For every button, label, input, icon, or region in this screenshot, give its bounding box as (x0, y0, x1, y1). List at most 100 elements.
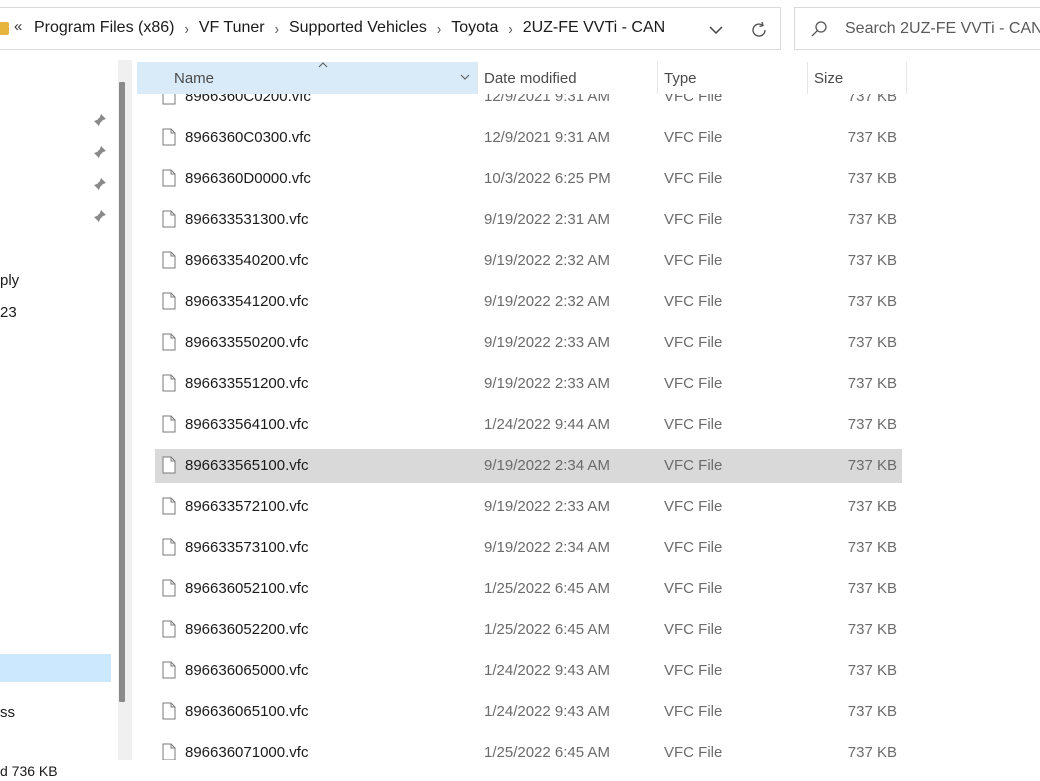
file-size: 737 KB (847, 457, 897, 474)
file-row[interactable]: 896636065000.vfc 1/24/2022 9:43 AM VFC Fil… (155, 654, 902, 688)
breadcrumb-current-folder[interactable]: 2UZ-FE VVTi - CAN (523, 19, 666, 37)
breadcrumb-program-files[interactable]: Program Files (x86) (34, 19, 174, 37)
file-icon (162, 374, 176, 392)
file-icon (162, 497, 176, 515)
chevron-down-icon[interactable] (706, 20, 726, 40)
nav-item-partial[interactable]: 23 (0, 304, 17, 321)
file-date-modified: 9/19/2022 2:34 AM (484, 457, 610, 474)
column-divider[interactable] (906, 62, 907, 94)
file-row[interactable]: 896633573100.vfc 9/19/2022 2:34 AM VFC Fil… (155, 531, 902, 565)
column-header-name[interactable]: Name (137, 62, 477, 94)
file-type: VFC File (664, 580, 723, 597)
file-row[interactable]: 896633540200.vfc 9/19/2022 2:32 AM VFC Fil… (155, 244, 902, 278)
file-date-modified: 1/25/2022 6:45 AM (484, 744, 610, 760)
file-size: 737 KB (847, 662, 897, 679)
file-date-modified: 1/24/2022 9:44 AM (484, 416, 610, 433)
file-date-modified: 9/19/2022 2:33 AM (484, 375, 610, 392)
breadcrumb-vf-tuner[interactable]: VF Tuner (199, 19, 265, 37)
breadcrumb-overflow-button[interactable]: « (14, 18, 22, 35)
file-row[interactable]: 896633572100.vfc 9/19/2022 2:33 AM VFC Fil… (155, 490, 902, 524)
file-date-modified: 1/24/2022 9:43 AM (484, 703, 610, 720)
file-name: 896633531300.vfc (185, 211, 309, 228)
column-header-size[interactable]: Size (807, 62, 907, 94)
search-input[interactable]: Search 2UZ-FE VVTi - CAN (794, 7, 1040, 50)
file-type: VFC File (664, 416, 723, 433)
breadcrumb-toyota[interactable]: Toyota (451, 19, 498, 37)
file-date-modified: 9/19/2022 2:32 AM (484, 252, 610, 269)
file-icon (162, 128, 176, 146)
chevron-down-icon[interactable] (459, 71, 471, 83)
chevron-right-icon[interactable]: › (508, 19, 512, 37)
breadcrumb-supported-vehicles[interactable]: Supported Vehicles (289, 19, 427, 37)
file-type: VFC File (664, 252, 723, 269)
file-size: 737 KB (847, 416, 897, 433)
file-date-modified: 1/25/2022 6:45 AM (484, 621, 610, 638)
file-name: 896633540200.vfc (185, 252, 309, 269)
file-date-modified: 12/9/2021 9:31 AM (484, 94, 610, 105)
file-date-modified: 9/19/2022 2:33 AM (484, 498, 610, 515)
file-type: VFC File (664, 744, 723, 760)
file-row-selected[interactable]: 896633565100.vfc 9/19/2022 2:34 AM VFC Fil… (155, 449, 902, 483)
pin-icon[interactable] (93, 113, 107, 127)
file-type: VFC File (664, 539, 723, 556)
pin-icon[interactable] (93, 177, 107, 191)
column-label-name: Name (174, 70, 215, 87)
pin-icon[interactable] (93, 145, 107, 159)
nav-item-selected[interactable] (0, 654, 111, 682)
file-icon (162, 579, 176, 597)
file-size: 737 KB (847, 211, 897, 228)
file-row[interactable]: 896633550200.vfc 9/19/2022 2:33 AM VFC Fil… (155, 326, 902, 360)
file-row[interactable]: 896633551200.vfc 9/19/2022 2:33 AM VFC Fil… (155, 367, 902, 401)
status-bar-text: d 736 KB (0, 763, 58, 779)
file-row[interactable]: 896636052100.vfc 1/25/2022 6:45 AM VFC Fil… (155, 572, 902, 606)
file-icon (162, 169, 176, 187)
file-date-modified: 9/19/2022 2:32 AM (484, 293, 610, 310)
address-bar[interactable]: « Program Files (x86) › VF Tuner › Suppo… (0, 7, 781, 50)
file-icon (162, 538, 176, 556)
file-date-modified: 9/19/2022 2:33 AM (484, 334, 610, 351)
file-row[interactable]: 896633531300.vfc 9/19/2022 2:31 AM VFC Fil… (155, 203, 902, 237)
file-row[interactable]: 8966360C0300.vfc 12/9/2021 9:31 AM VFC Fil… (155, 121, 902, 155)
file-icon (162, 94, 176, 105)
pin-icon[interactable] (93, 209, 107, 223)
file-size: 737 KB (847, 252, 897, 269)
column-label-size: Size (814, 70, 844, 87)
file-date-modified: 1/24/2022 9:43 AM (484, 662, 610, 679)
file-icon (162, 415, 176, 433)
file-size: 737 KB (847, 94, 897, 105)
file-date-modified: 9/19/2022 2:34 AM (484, 539, 610, 556)
chevron-right-icon[interactable]: › (184, 19, 188, 37)
nav-item-partial[interactable]: ply (0, 272, 19, 289)
file-size: 737 KB (847, 703, 897, 720)
nav-scrollbar-thumb[interactable] (119, 82, 125, 702)
nav-item-partial[interactable]: ss (0, 704, 15, 721)
file-date-modified: 10/3/2022 6:25 PM (484, 170, 611, 187)
navigation-pane: ply 23 ss (0, 60, 118, 760)
file-row[interactable]: 896636052200.vfc 1/25/2022 6:45 AM VFC Fil… (155, 613, 902, 647)
file-name: 896633572100.vfc (185, 498, 309, 515)
column-header-type[interactable]: Type (657, 62, 807, 94)
file-row[interactable]: 896633541200.vfc 9/19/2022 2:32 AM VFC Fil… (155, 285, 902, 319)
file-type: VFC File (664, 498, 723, 515)
file-icon (162, 292, 176, 310)
file-row[interactable]: 896633564100.vfc 1/24/2022 9:44 AM VFC Fil… (155, 408, 902, 442)
file-name: 8966360C0200.vfc (185, 94, 311, 105)
file-size: 737 KB (847, 580, 897, 597)
file-name: 8966360C0300.vfc (185, 129, 311, 146)
folder-icon (0, 22, 9, 35)
file-name: 896636065100.vfc (185, 703, 309, 720)
file-type: VFC File (664, 211, 723, 228)
column-header-date-modified[interactable]: Date modified (477, 62, 657, 94)
file-size: 737 KB (847, 334, 897, 351)
file-row[interactable]: 896636065100.vfc 1/24/2022 9:43 AM VFC Fil… (155, 695, 902, 729)
file-icon (162, 743, 176, 760)
file-row[interactable]: 896636071000.vfc 1/25/2022 6:45 AM VFC Fil… (155, 736, 902, 760)
file-size: 737 KB (847, 375, 897, 392)
file-size: 737 KB (847, 498, 897, 515)
refresh-icon[interactable] (749, 20, 769, 40)
file-row[interactable]: 8966360C0200.vfc 12/9/2021 9:31 AM VFC Fil… (155, 94, 902, 114)
chevron-right-icon[interactable]: › (437, 19, 441, 37)
search-placeholder: Search 2UZ-FE VVTi - CAN (845, 20, 1040, 37)
chevron-right-icon[interactable]: › (275, 19, 279, 37)
file-row[interactable]: 8966360D0000.vfc 10/3/2022 6:25 PM VFC Fil… (155, 162, 902, 196)
